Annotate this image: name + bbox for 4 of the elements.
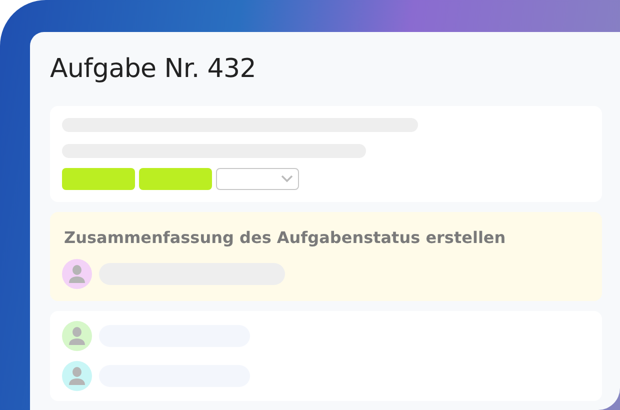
- dropdown[interactable]: [216, 168, 299, 190]
- chevron-down-icon: [281, 175, 293, 183]
- summary-title: Zusammenfassung des Aufgabenstatus erstellen: [64, 228, 507, 247]
- task-title: Aufgabe Nr. 432: [50, 54, 258, 84]
